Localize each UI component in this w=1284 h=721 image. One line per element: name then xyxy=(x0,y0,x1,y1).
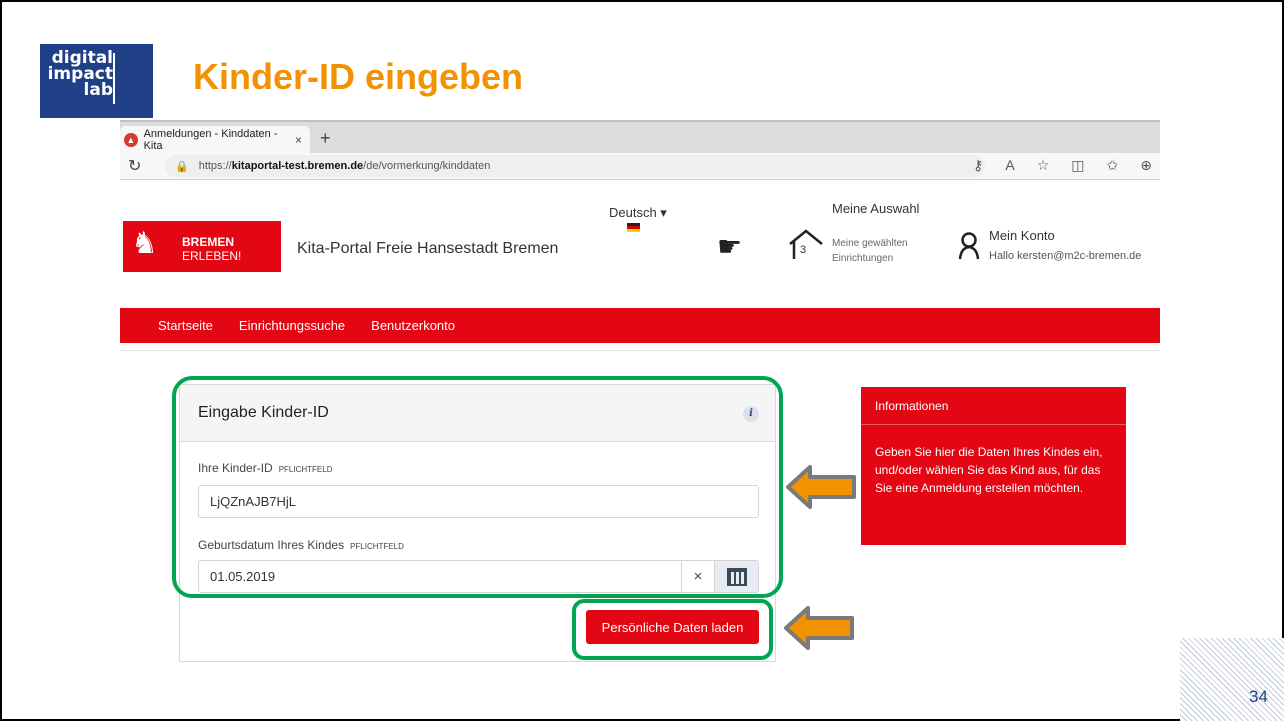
close-icon[interactable]: × xyxy=(295,133,302,147)
site-header: ♞ BREMEN ERLEBEN! Kita-Portal Freie Hans… xyxy=(120,180,1160,308)
browser-tab[interactable]: ▲ Anmeldungen - Kinddaten - Kita × xyxy=(120,126,310,153)
info-panel: Informationen Geben Sie hier die Daten I… xyxy=(861,387,1126,545)
digital-impact-lab-logo: digital impact lab xyxy=(40,44,153,118)
town-musicians-icon: ♞ xyxy=(131,227,158,260)
page-number: 34 xyxy=(1249,687,1268,706)
url-prefix: https:// xyxy=(198,160,232,172)
decorative-hatch-pattern xyxy=(1180,638,1284,721)
info-panel-divider xyxy=(861,424,1126,425)
split-screen-icon[interactable]: ◫ xyxy=(1071,157,1084,174)
german-flag-icon xyxy=(627,223,640,232)
wishlist-count: 3 xyxy=(800,244,807,256)
wishlist-subtitle: Meine gewählten Einrichtungen xyxy=(832,238,908,264)
read-aloud-icon[interactable]: A xyxy=(1005,157,1014,174)
portal-title: Kita-Portal Freie Hansestadt Bremen xyxy=(297,240,559,257)
nav-benutzerkonto[interactable]: Benutzerkonto xyxy=(371,318,455,333)
tab-title: Anmeldungen - Kinddaten - Kita xyxy=(143,127,278,152)
logo-line: lab xyxy=(83,80,113,100)
info-panel-text: Geben Sie hier die Daten Ihres Kindes ei… xyxy=(875,445,1103,495)
favicon-icon: ▲ xyxy=(124,132,138,147)
account-greeting: Hallo kersten@m2c-bremen.de xyxy=(989,250,1142,262)
highlight-button-outline xyxy=(572,599,773,660)
bremen-logo[interactable]: ♞ BREMEN ERLEBEN! xyxy=(123,221,281,272)
key-icon[interactable]: ⚷ xyxy=(973,157,983,174)
browser-addressbar: ↻ 🔒 https://kitaportal-test.bremen.de/de… xyxy=(120,153,1160,180)
user-icon[interactable] xyxy=(958,232,980,260)
favorite-star-icon[interactable]: ☆ xyxy=(1037,157,1050,174)
browser-tabstrip: ▲ Anmeldungen - Kinddaten - Kita × + xyxy=(120,120,1160,153)
sign-language-icon[interactable]: ☛ xyxy=(717,230,742,263)
url-field[interactable]: 🔒 https://kitaportal-test.bremen.de/de/v… xyxy=(165,155,985,177)
main-nav: Startseite Einrichtungssuche Benutzerkon… xyxy=(120,308,1160,343)
url-path: /de/vormerkung/kinddaten xyxy=(363,160,491,172)
url-host: kitaportal-test.bremen.de xyxy=(231,160,364,172)
lock-icon: 🔒 xyxy=(175,160,189,173)
new-tab-button[interactable]: + xyxy=(320,128,331,149)
account-title[interactable]: Mein Konto xyxy=(989,228,1055,243)
slide-title: Kinder-ID eingeben xyxy=(193,56,524,97)
logo-text-bremen: BREMEN xyxy=(182,235,235,249)
browser-toolbar: ⚷ A ☆ ◫ ✩ ⊕ xyxy=(973,157,1152,174)
language-dropdown[interactable]: Deutsch ▾ xyxy=(609,205,667,221)
info-panel-title: Informationen xyxy=(875,399,949,413)
arrow-left-icon xyxy=(786,465,856,509)
nav-startseite[interactable]: Startseite xyxy=(158,318,213,333)
logo-text-erleben: ERLEBEN! xyxy=(182,249,242,263)
collections-icon[interactable]: ⊕ xyxy=(1140,157,1152,174)
arrow-left-icon xyxy=(784,606,854,650)
wishlist-title[interactable]: Meine Auswahl xyxy=(832,200,922,217)
favorites-icon[interactable]: ✩ xyxy=(1107,157,1119,174)
nav-einrichtungssuche[interactable]: Einrichtungssuche xyxy=(239,318,345,333)
logo-bar xyxy=(113,53,115,104)
reload-icon[interactable]: ↻ xyxy=(128,156,141,176)
highlight-form-outline xyxy=(172,376,783,598)
